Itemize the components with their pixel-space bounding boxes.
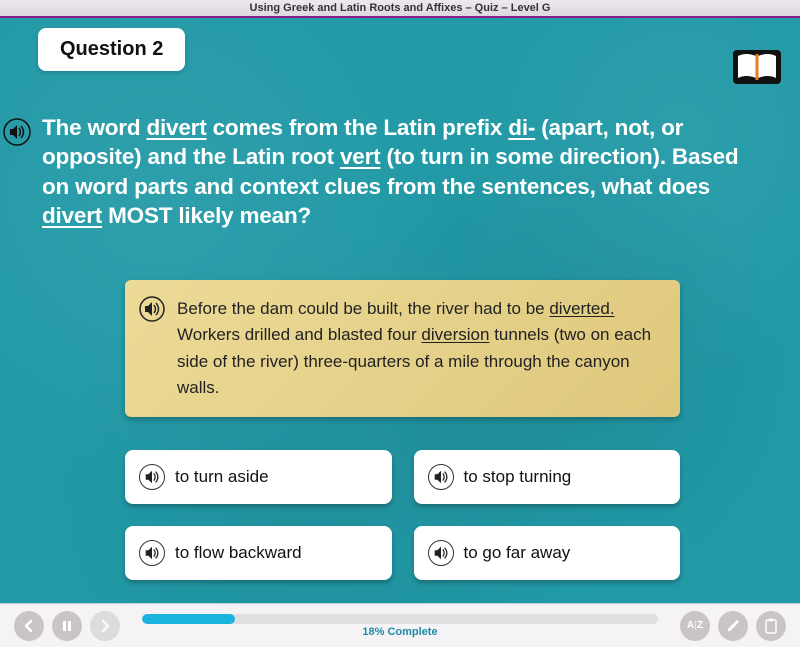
back-button[interactable] [14, 611, 44, 641]
app-title: Using Greek and Latin Roots and Affixes … [250, 2, 551, 14]
audio-icon [3, 118, 31, 146]
clipboard-icon [764, 618, 778, 634]
answer-audio-button[interactable] [428, 540, 454, 566]
answers-grid: to turn aside to stop turning to flow [125, 450, 680, 580]
answer-text: to go far away [464, 543, 571, 563]
arrow-right-icon [98, 619, 112, 633]
question-number-tab: Question 2 [38, 28, 185, 71]
answer-audio-button[interactable] [139, 540, 165, 566]
book-icon [732, 48, 782, 86]
passage-audio-button[interactable] [139, 296, 165, 322]
answer-audio-button[interactable] [428, 464, 454, 490]
answer-text: to stop turning [464, 467, 572, 487]
notes-button[interactable] [756, 611, 786, 641]
progress-bar [142, 614, 658, 624]
audio-icon [143, 544, 161, 562]
question-number-label: Question 2 [60, 38, 163, 60]
audio-icon [139, 296, 165, 322]
reference-book-button[interactable] [732, 48, 782, 86]
question-text: The word divert comes from the Latin pre… [42, 113, 770, 230]
app-title-bar: Using Greek and Latin Roots and Affixes … [0, 0, 800, 18]
audio-icon [143, 468, 161, 486]
arrow-left-icon [22, 619, 36, 633]
answer-text: to flow backward [175, 543, 302, 563]
highlight-button[interactable] [718, 611, 748, 641]
glossary-button[interactable]: A|Z [680, 611, 710, 641]
answer-option-d[interactable]: to go far away [414, 526, 681, 580]
question-audio-button[interactable] [3, 118, 31, 146]
audio-icon [432, 468, 450, 486]
answer-audio-button[interactable] [139, 464, 165, 490]
quiz-main-area: Question 2 The word divert comes from th… [0, 18, 800, 603]
forward-button[interactable] [90, 611, 120, 641]
answer-text: to turn aside [175, 467, 269, 487]
progress-label: 18% Complete [142, 626, 658, 638]
pause-icon [61, 620, 73, 632]
passage-text: Before the dam could be built, the river… [177, 296, 662, 401]
passage-box: Before the dam could be built, the river… [125, 280, 680, 417]
pencil-icon [725, 618, 741, 634]
answer-option-b[interactable]: to stop turning [414, 450, 681, 504]
answer-option-a[interactable]: to turn aside [125, 450, 392, 504]
footer-bar: 18% Complete A|Z [0, 603, 800, 647]
pause-button[interactable] [52, 611, 82, 641]
answer-option-c[interactable]: to flow backward [125, 526, 392, 580]
progress-bar-fill [142, 614, 235, 624]
glossary-icon: A|Z [687, 620, 703, 631]
audio-icon [432, 544, 450, 562]
progress-container: 18% Complete [142, 614, 658, 638]
